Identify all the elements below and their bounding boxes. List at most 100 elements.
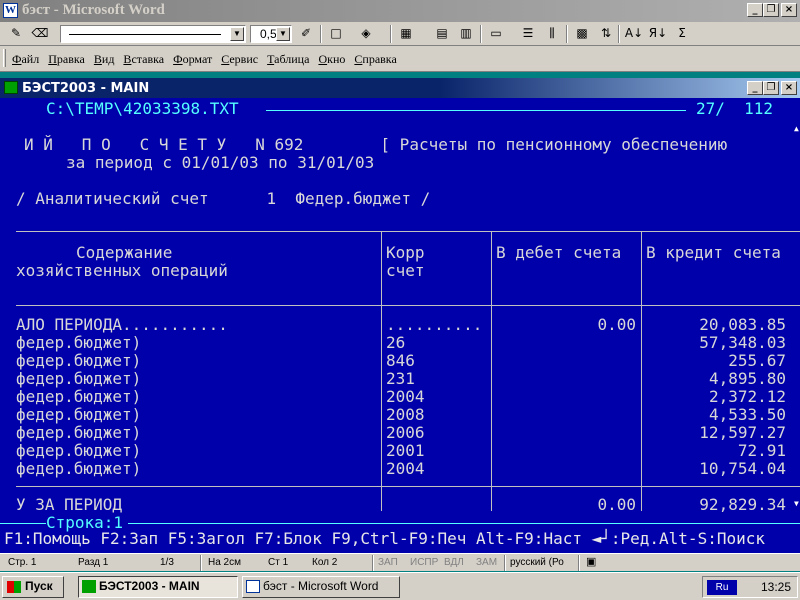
restore-icon[interactable]: ❐ (763, 3, 779, 17)
header-corr: Корр (386, 243, 425, 262)
menu-window[interactable]: Окно (318, 52, 345, 67)
keyboard-layout[interactable]: Ru (707, 580, 737, 595)
header-content: Содержание (76, 243, 173, 262)
system-tray: Ru 13:25 (702, 576, 798, 598)
text-direction-icon[interactable]: ⇅ (596, 24, 616, 44)
opening-credit: 20,083.85 (699, 315, 786, 334)
console-area[interactable]: C:\TEMP\42033398.TXT 27/ 112 ▲ ▼ И Й П О… (0, 98, 800, 553)
status-track[interactable]: ИСПР (410, 556, 438, 570)
row-label: федер.бюджет) (16, 351, 142, 370)
task-label: БЭСТ2003 - MAIN (99, 579, 200, 593)
restore-icon[interactable]: ❐ (763, 81, 779, 95)
status-column: Кол 2 (312, 557, 338, 568)
total-debit: 0.00 (597, 495, 636, 514)
distribute-rows-icon[interactable]: ☰ (518, 24, 538, 44)
row-corr: 231 (386, 369, 415, 388)
opening-corr: .......... (386, 315, 483, 334)
line-position: 27/ 112 (696, 99, 774, 118)
menu-file[interactable]: Файл (12, 52, 39, 67)
menu-insert[interactable]: Вставка (123, 52, 164, 67)
menu-tools[interactable]: Сервис (221, 52, 258, 67)
distribute-cols-icon[interactable]: ⫼ (542, 24, 562, 44)
header-corr-sub: счет (386, 261, 425, 280)
row-corr: 2001 (386, 441, 425, 460)
word-app-icon[interactable]: W (3, 3, 18, 18)
task-bestmain[interactable]: БЭСТ2003 - MAIN (78, 576, 238, 598)
close-icon[interactable]: × (781, 81, 797, 95)
word-title-bar[interactable]: W бэст - Microsoft Word _ ❐ × (0, 0, 800, 22)
scroll-up-icon[interactable]: ▲ (794, 124, 800, 133)
scroll-down-icon[interactable]: ▼ (794, 500, 800, 508)
status-extend[interactable]: ВДЛ (444, 556, 464, 570)
merge-cells-icon[interactable]: ▤ (432, 24, 452, 44)
status-pages: 1/3 (160, 557, 174, 568)
chevron-down-icon[interactable]: ▼ (230, 27, 244, 41)
status-section: Разд 1 (78, 557, 109, 568)
row-label: федер.бюджет) (16, 369, 142, 388)
align-icon[interactable]: ▭ (486, 24, 506, 44)
row-corr: 2004 (386, 459, 425, 478)
clock[interactable]: 13:25 (761, 580, 791, 594)
row-credit: 72.91 (737, 441, 786, 460)
dos-app-icon[interactable] (4, 81, 18, 94)
drawing-toolbar: ✎ ⌫ ▼ 0,5 ▼ ✐ □ ◈ ▦ ▤ ▥ ▭ ☰ ⫼ ▩ ⇅ A↓ Я↓ … (0, 22, 800, 46)
task-word[interactable]: бэст - Microsoft Word (242, 576, 400, 598)
total-credit: 92,829.34 (699, 495, 786, 514)
pencil-icon[interactable]: ✎ (6, 24, 26, 44)
header-content-sub: хозяйственных операций (16, 261, 228, 280)
menu-table[interactable]: Таблица (267, 52, 309, 67)
row-credit: 255.67 (728, 351, 786, 370)
status-rec[interactable]: ЗАП (378, 556, 398, 570)
row-corr: 846 (386, 351, 415, 370)
row-credit: 2,372.12 (708, 387, 786, 406)
sort-ascending-icon[interactable]: A↓ (624, 24, 644, 44)
insert-table-icon[interactable]: ▦ (396, 24, 416, 44)
menu-help[interactable]: Справка (354, 52, 396, 67)
word-status-bar: Стр. 1 Разд 1 1/3 На 2см Ст 1 Кол 2 ЗАП … (0, 553, 800, 571)
report-heading: И Й П О С Ч Е Т У N 692 [ Расчеты по пен… (24, 135, 728, 154)
spelling-status-icon[interactable]: ▣ (586, 556, 596, 570)
fill-color-icon[interactable]: ◈ (356, 24, 376, 44)
line-style-select[interactable]: ▼ (60, 25, 246, 43)
status-overtype[interactable]: ЗАМ (476, 556, 497, 570)
file-path: C:\TEMP\42033398.TXT (46, 99, 239, 118)
sort-descending-icon[interactable]: Я↓ (648, 24, 668, 44)
status-page: Стр. 1 (8, 557, 37, 568)
close-icon[interactable]: × (781, 3, 797, 17)
row-label: федер.бюджет) (16, 333, 142, 352)
dos-title-bar[interactable]: БЭСТ2003 - MAIN _ ❐ × (0, 78, 800, 98)
row-corr: 26 (386, 333, 406, 352)
autoformat-icon[interactable]: ▩ (572, 24, 592, 44)
status-line: Ст 1 (268, 557, 289, 568)
menu-format[interactable]: Формат (173, 52, 212, 67)
menu-view[interactable]: Вид (94, 52, 115, 67)
task-label: бэст - Microsoft Word (263, 579, 379, 593)
menu-edit[interactable]: Правка (48, 52, 85, 67)
border-icon[interactable]: □ (326, 24, 346, 44)
row-label: федер.бюджет) (16, 387, 142, 406)
row-corr: 2006 (386, 423, 425, 442)
opening-debit: 0.00 (597, 315, 636, 334)
dos-window: БЭСТ2003 - MAIN _ ❐ × C:\TEMP\42033398.T… (0, 78, 800, 553)
row-label: федер.бюджет) (16, 441, 142, 460)
row-credit: 4,533.50 (708, 405, 786, 424)
row-label: федер.бюджет) (16, 405, 142, 424)
start-button[interactable]: Пуск (2, 576, 64, 598)
function-key-bar[interactable]: F1:Помощь F2:Зап F5:Загол F7:Блок F9,Ctr… (4, 530, 800, 550)
windows-logo-icon (7, 581, 21, 593)
dos-window-title: БЭСТ2003 - MAIN (22, 81, 150, 96)
chevron-down-icon[interactable]: ▼ (276, 27, 290, 41)
autosum-icon[interactable]: Σ (672, 24, 692, 44)
row-corr: 2004 (386, 387, 425, 406)
border-color-icon[interactable]: ✐ (296, 24, 316, 44)
status-language[interactable]: русский (Ро (510, 556, 564, 570)
row-label: федер.бюджет) (16, 423, 142, 442)
dos-app-icon (82, 580, 96, 593)
line-weight-select[interactable]: 0,5 ▼ (250, 25, 292, 43)
minimize-icon[interactable]: _ (747, 81, 763, 95)
minimize-icon[interactable]: _ (747, 3, 763, 17)
analytic-account: / Аналитический счет 1 Федер.бюджет / (16, 189, 431, 208)
word-window-title: бэст - Microsoft Word (22, 2, 165, 18)
eraser-icon[interactable]: ⌫ (30, 24, 50, 44)
split-cells-icon[interactable]: ▥ (456, 24, 476, 44)
